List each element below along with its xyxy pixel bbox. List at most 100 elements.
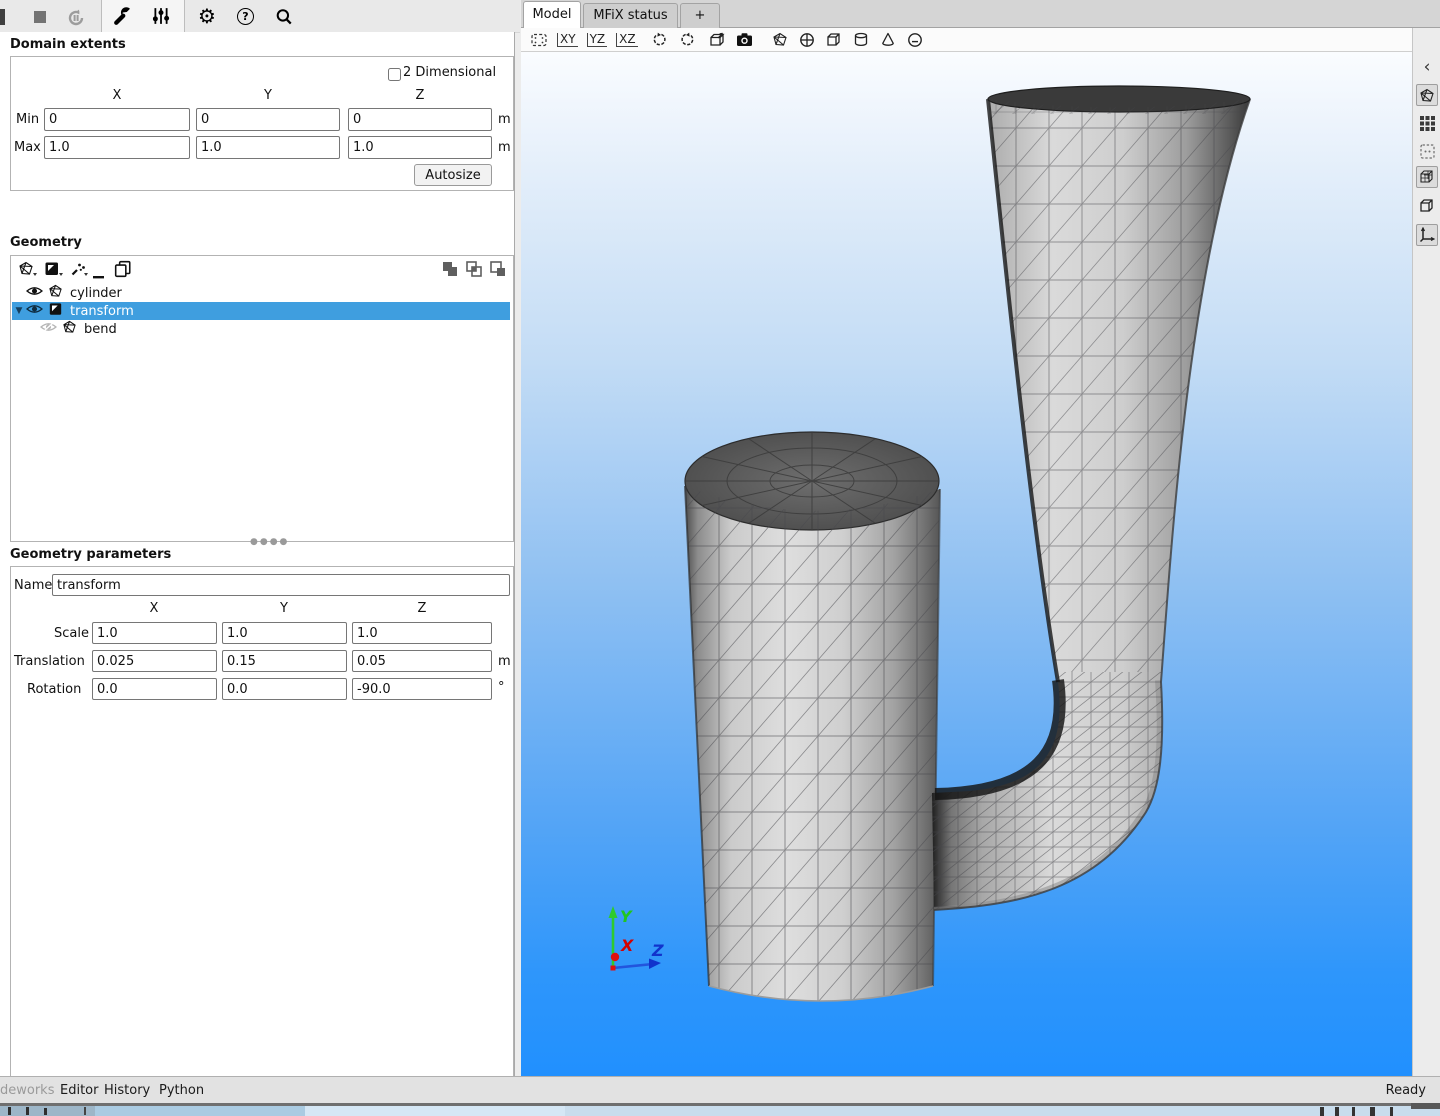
- perspective-icon[interactable]: [709, 31, 727, 48]
- stop-icon[interactable]: [31, 8, 49, 26]
- xmax-input[interactable]: [44, 136, 190, 159]
- pause-icon[interactable]: [0, 8, 16, 26]
- two-dimensional-label: 2 Dimensional: [403, 65, 496, 80]
- rotation-y-input[interactable]: [222, 678, 347, 700]
- tab-mfix-status[interactable]: MFiX status: [583, 3, 678, 28]
- cylinder-mesh: [681, 432, 943, 1022]
- mfix-window: ⚙ ? Domain extents 2 Dimensional X Y Z M…: [0, 0, 1440, 1116]
- axis-z-label: Z: [651, 941, 664, 960]
- tree-item-cylinder[interactable]: cylinder: [12, 284, 510, 302]
- cylinder-visibility-icon[interactable]: [852, 31, 870, 48]
- wizard-icon[interactable]: [70, 260, 90, 282]
- cone-visibility-icon[interactable]: [879, 31, 897, 48]
- col-z-header: Z: [390, 88, 450, 103]
- visibility-eye-icon[interactable]: [26, 302, 48, 320]
- add-geometry-icon[interactable]: [18, 260, 38, 282]
- mode-tab-editor[interactable]: Editor: [60, 1083, 98, 1098]
- splitter-handle[interactable]: ●●●●: [250, 537, 289, 547]
- regions-visibility-icon[interactable]: [798, 31, 816, 48]
- cube-panel-icon[interactable]: [1416, 195, 1438, 217]
- max-unit: m: [498, 140, 511, 155]
- remove-icon[interactable]: [92, 266, 106, 285]
- name-label: Name: [14, 578, 52, 593]
- settings-gear-icon[interactable]: ⚙: [198, 4, 216, 22]
- rotation-x-input[interactable]: [92, 678, 217, 700]
- xz-view-button[interactable]: XZ: [616, 33, 637, 47]
- tab-add[interactable]: +: [680, 3, 720, 28]
- rotate-ccw-icon[interactable]: [651, 31, 669, 48]
- axes-panel-icon[interactable]: [1416, 224, 1438, 246]
- help-icon[interactable]: ?: [237, 8, 255, 26]
- rotation-label: Rotation: [27, 682, 81, 697]
- name-input[interactable]: [52, 574, 510, 596]
- translation-label: Translation: [14, 654, 85, 669]
- zmax-input[interactable]: [348, 136, 492, 159]
- autosize-button[interactable]: Autosize: [414, 164, 492, 186]
- rotate-cw-icon[interactable]: [678, 31, 696, 48]
- screenshot-icon[interactable]: [736, 31, 754, 48]
- domain-extents-title: Domain extents: [10, 37, 126, 52]
- rotation-z-input[interactable]: [352, 678, 492, 700]
- opacity-icon[interactable]: [906, 31, 924, 48]
- geometry-panel-icon[interactable]: [1416, 84, 1438, 106]
- tree-item-transform[interactable]: ▼ transform: [12, 302, 510, 320]
- background-window-sliver: [0, 1103, 1440, 1116]
- status-ready-label: Ready: [1386, 1083, 1426, 1098]
- orientation-axes: Y X Z: [609, 906, 665, 971]
- cube-visibility-icon[interactable]: [825, 31, 843, 48]
- tree-item-bend[interactable]: bend: [12, 320, 510, 338]
- translation-x-input[interactable]: [92, 650, 217, 672]
- tree-item-label: transform: [70, 304, 134, 319]
- difference-icon[interactable]: [490, 261, 506, 281]
- expand-triangle-icon[interactable]: ▼: [12, 306, 26, 316]
- collapse-chevron[interactable]: ‹: [1416, 56, 1438, 78]
- visibility-eye-off-icon[interactable]: [40, 320, 62, 338]
- ymin-input[interactable]: [196, 108, 340, 131]
- geometry-shape-icon: [62, 320, 84, 338]
- zmin-input[interactable]: [348, 108, 492, 131]
- mode-tab-history[interactable]: History: [104, 1083, 150, 1098]
- build-wrench-icon[interactable]: [113, 6, 131, 24]
- reset-icon[interactable]: [66, 8, 84, 26]
- model-setup-panel: Domain extents 2 Dimensional X Y Z Min m…: [0, 32, 515, 1076]
- visibility-eye-icon[interactable]: [26, 284, 48, 302]
- mesh-panel-icon[interactable]: [1416, 166, 1438, 188]
- search-icon[interactable]: [275, 8, 293, 26]
- regions-panel-icon[interactable]: [1416, 140, 1438, 162]
- geometry-shape-icon: [48, 284, 70, 302]
- geometry-render: Y X Z: [521, 52, 1412, 1076]
- geometry-visibility-icon[interactable]: [771, 31, 789, 48]
- status-bar: deworks Editor History Python Ready: [0, 1076, 1440, 1103]
- union-icon[interactable]: [442, 261, 458, 281]
- col-x-header: X: [87, 88, 147, 103]
- translation-z-input[interactable]: [352, 650, 492, 672]
- ymax-input[interactable]: [196, 136, 340, 159]
- geometry-parameters-title: Geometry parameters: [10, 547, 171, 562]
- grid-panel-icon[interactable]: [1416, 112, 1438, 134]
- min-unit: m: [498, 112, 511, 127]
- xy-view-button[interactable]: XY: [557, 33, 578, 47]
- intersect-icon[interactable]: [466, 261, 482, 281]
- scale-x-input[interactable]: [92, 622, 217, 644]
- yz-view-button[interactable]: YZ: [587, 33, 608, 47]
- axis-x-label: X: [620, 936, 634, 955]
- col-y-header: Y: [238, 88, 298, 103]
- add-filter-icon[interactable]: [44, 260, 64, 282]
- reset-view-icon[interactable]: [530, 31, 548, 48]
- tab-model[interactable]: Model: [523, 1, 581, 28]
- transform-filter-icon: [48, 302, 70, 320]
- mode-tab-python[interactable]: Python: [159, 1083, 204, 1098]
- max-label: Max: [14, 140, 41, 155]
- param-col-y: Y: [254, 601, 314, 616]
- two-dimensional-checkbox[interactable]: [388, 68, 401, 81]
- mode-tab-nodeworks[interactable]: deworks: [0, 1083, 54, 1098]
- vtk-3d-viewport[interactable]: Y X Z: [521, 52, 1412, 1076]
- nodeworks-sliders-icon[interactable]: [152, 7, 170, 25]
- translation-y-input[interactable]: [222, 650, 347, 672]
- viewport-tabbar: Model MFiX status +: [521, 0, 1440, 28]
- scale-y-input[interactable]: [222, 622, 347, 644]
- copy-icon[interactable]: [114, 260, 132, 282]
- main-toolbar: ⚙ ?: [0, 0, 520, 33]
- xmin-input[interactable]: [44, 108, 190, 131]
- scale-z-input[interactable]: [352, 622, 492, 644]
